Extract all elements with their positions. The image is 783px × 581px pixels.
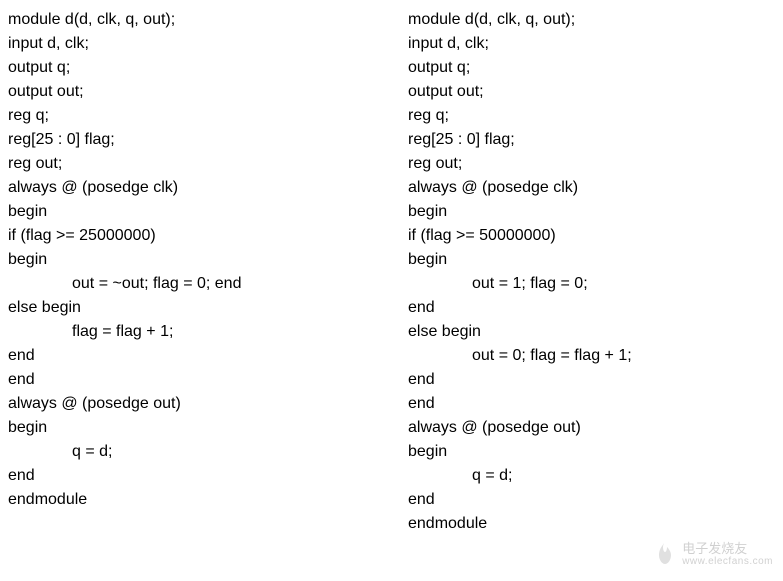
code-line: reg out;	[8, 152, 408, 176]
code-line: output out;	[8, 80, 408, 104]
code-line: flag = flag + 1;	[8, 320, 408, 344]
code-line: reg q;	[8, 104, 408, 128]
code-line: out = 1; flag = 0;	[408, 272, 778, 296]
code-line: else begin	[8, 296, 408, 320]
code-line: always @ (posedge out)	[408, 416, 778, 440]
code-line: begin	[8, 248, 408, 272]
code-line: module d(d, clk, q, out);	[408, 8, 778, 32]
code-line: always @ (posedge out)	[8, 392, 408, 416]
code-line: begin	[8, 200, 408, 224]
code-line: out = ~out; flag = 0; end	[8, 272, 408, 296]
watermark-text: 电子发烧友 www.elecfans.com	[682, 542, 773, 567]
code-line: begin	[408, 248, 778, 272]
code-line: q = d;	[408, 464, 778, 488]
flame-icon	[654, 540, 676, 569]
code-line: begin	[408, 200, 778, 224]
code-container: module d(d, clk, q, out); input d, clk; …	[0, 0, 783, 536]
code-line: out = 0; flag = flag + 1;	[408, 344, 778, 368]
code-line: reg out;	[408, 152, 778, 176]
code-line: begin	[8, 416, 408, 440]
code-line: end	[8, 344, 408, 368]
code-line: end	[408, 368, 778, 392]
code-line: output q;	[408, 56, 778, 80]
code-column-right: module d(d, clk, q, out); input d, clk; …	[408, 8, 778, 536]
code-line: end	[408, 488, 778, 512]
code-line: always @ (posedge clk)	[408, 176, 778, 200]
code-line: reg q;	[408, 104, 778, 128]
code-line: end	[408, 296, 778, 320]
code-line: reg[25 : 0] flag;	[408, 128, 778, 152]
code-line: always @ (posedge clk)	[8, 176, 408, 200]
code-line: if (flag >= 50000000)	[408, 224, 778, 248]
code-line: endmodule	[8, 488, 408, 512]
code-line: else begin	[408, 320, 778, 344]
code-line: output q;	[8, 56, 408, 80]
code-line: begin	[408, 440, 778, 464]
code-line: q = d;	[8, 440, 408, 464]
watermark-name: 电子发烧友	[682, 542, 773, 556]
watermark: 电子发烧友 www.elecfans.com	[654, 540, 773, 569]
code-column-left: module d(d, clk, q, out); input d, clk; …	[8, 8, 408, 536]
code-line: end	[408, 392, 778, 416]
code-line: module d(d, clk, q, out);	[8, 8, 408, 32]
code-line: input d, clk;	[8, 32, 408, 56]
code-line: end	[8, 368, 408, 392]
code-line: input d, clk;	[408, 32, 778, 56]
code-line: reg[25 : 0] flag;	[8, 128, 408, 152]
code-line: if (flag >= 25000000)	[8, 224, 408, 248]
code-line: end	[8, 464, 408, 488]
watermark-url: www.elecfans.com	[682, 556, 773, 567]
code-line: endmodule	[408, 512, 778, 536]
code-line: output out;	[408, 80, 778, 104]
